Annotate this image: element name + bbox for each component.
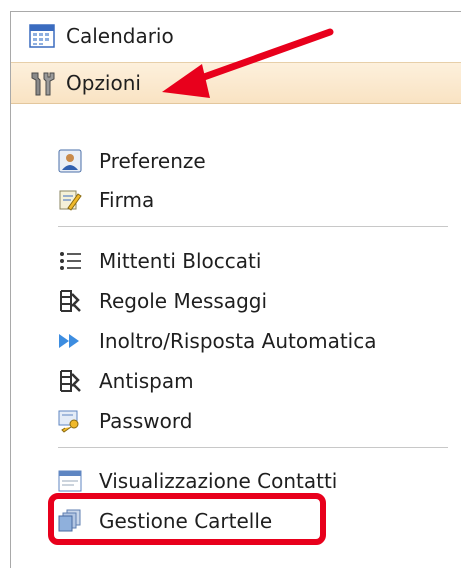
menu-item-label: Visualizzazione Contatti — [99, 469, 338, 493]
menu-item-label: Regole Messaggi — [99, 289, 268, 313]
annotation-arrow-icon — [162, 28, 334, 98]
menu-item-label: Firma — [99, 188, 155, 212]
forward-icon — [58, 329, 82, 353]
menu-item-inoltro-risposta[interactable]: Inoltro/Risposta Automatica — [58, 326, 376, 356]
key-icon — [58, 409, 82, 433]
menu-item-label: Inoltro/Risposta Automatica — [99, 329, 377, 353]
user-profile-icon — [58, 149, 82, 173]
list-icon — [58, 249, 82, 273]
menu-item-firma[interactable]: Firma — [58, 185, 154, 215]
menu-item-mittenti-bloccati[interactable]: Mittenti Bloccati — [58, 246, 261, 276]
menu-divider — [58, 226, 448, 227]
menu-item-regole-messaggi[interactable]: Regole Messaggi — [58, 286, 267, 316]
menu-divider — [58, 447, 448, 448]
calendar-icon — [29, 23, 55, 49]
rules-icon — [58, 369, 82, 393]
menu-item-label: Mittenti Bloccati — [99, 249, 262, 273]
menu-item-label: Password — [99, 409, 193, 433]
menu-item-antispam[interactable]: Antispam — [58, 366, 194, 396]
nav-item-label: Opzioni — [66, 71, 141, 95]
menu-item-label: Preferenze — [99, 149, 206, 173]
panel-top-border — [10, 11, 461, 12]
folders-icon — [58, 509, 82, 533]
rules-icon — [58, 289, 82, 313]
menu-item-gestione-cartelle[interactable]: Gestione Cartelle — [58, 506, 272, 536]
signature-pen-icon — [58, 188, 82, 212]
menu-item-password[interactable]: Password — [58, 406, 192, 436]
menu-item-label: Gestione Cartelle — [99, 509, 273, 533]
menu-item-preferenze[interactable]: Preferenze — [58, 146, 206, 176]
tools-icon — [29, 70, 55, 96]
menu-item-visualizzazione-contatti[interactable]: Visualizzazione Contatti — [58, 466, 337, 496]
window-icon — [58, 469, 82, 493]
menu-item-label: Antispam — [99, 369, 194, 393]
